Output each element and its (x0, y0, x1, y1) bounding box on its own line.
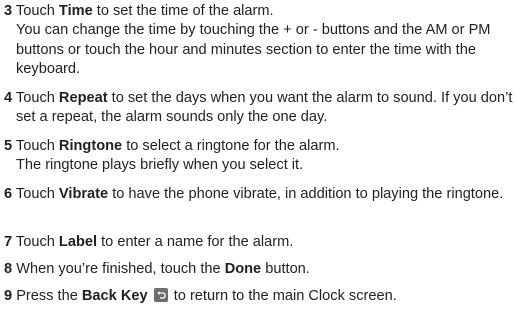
step-9: 9 Press the Back Key to return to the ma… (4, 287, 516, 306)
step-keyword: Ringtone (58, 138, 123, 154)
step-keyword: Time (58, 3, 93, 19)
step-text-pre: Touch (15, 3, 59, 19)
step-9-line: 9 Press the Back Key to return to the ma… (4, 287, 516, 306)
step-7: 7 Touch Label to enter a name for the al… (4, 233, 516, 252)
step-text-post: to have the phone vibrate, in addition t… (108, 186, 504, 202)
step-4-line: 4 Touch Repeat to set the days when you … (4, 89, 516, 128)
step-6-line: 6 Touch Vibrate to have the phone vibrat… (4, 185, 516, 204)
step-number: 8 (4, 261, 13, 277)
step-number: 6 (4, 186, 13, 202)
step-keyword: Back Key (81, 288, 148, 304)
step-text-post: button. (261, 261, 310, 277)
step-keyword: Repeat (58, 90, 108, 106)
step-5: 5 Touch Ringtone to select a ringtone fo… (4, 137, 516, 176)
step-text-post: to return to the main Clock screen. (169, 288, 397, 304)
step-6: 6 Touch Vibrate to have the phone vibrat… (4, 185, 516, 204)
step-text-post: to set the time of the alarm. (92, 3, 274, 19)
step-continuation: You can change the time by touching the … (16, 22, 491, 78)
step-continuation: The ringtone plays briefly when you sele… (16, 157, 304, 174)
step-number: 3 (4, 3, 13, 19)
step-4: 4 Touch Repeat to set the days when you … (4, 89, 516, 128)
step-text-pre: Touch (15, 138, 59, 154)
step-text-pre: When you’re finished, touch the (16, 261, 225, 277)
step-8-line: 8 When you’re finished, touch the Done b… (4, 260, 516, 279)
step-keyword: Label (58, 234, 98, 250)
step-number: 7 (4, 234, 13, 250)
step-keyword: Done (224, 261, 262, 277)
step-text-post: to enter a name for the alarm. (97, 234, 294, 250)
step-text-pre: Touch (15, 234, 59, 250)
step-number: 9 (4, 288, 13, 304)
step-7-line: 7 Touch Label to enter a name for the al… (4, 233, 516, 252)
step-8: 8 When you’re finished, touch the Done b… (4, 260, 516, 279)
step-keyword: Vibrate (58, 186, 109, 202)
step-3-line: 3 Touch Time to set the time of the alar… (4, 2, 516, 21)
step-number: 5 (4, 138, 13, 154)
step-5-line: 5 Touch Ringtone to select a ringtone fo… (4, 137, 516, 156)
step-number: 4 (4, 90, 13, 106)
step-text-pre: Touch (15, 186, 59, 202)
step-text-pre: Press the (16, 288, 82, 304)
step-3: 3 Touch Time to set the time of the alar… (4, 2, 516, 80)
step-text-pre: Touch (15, 90, 59, 106)
back-key-icon (153, 288, 168, 302)
step-text-post: to select a ringtone for the alarm. (122, 138, 340, 154)
